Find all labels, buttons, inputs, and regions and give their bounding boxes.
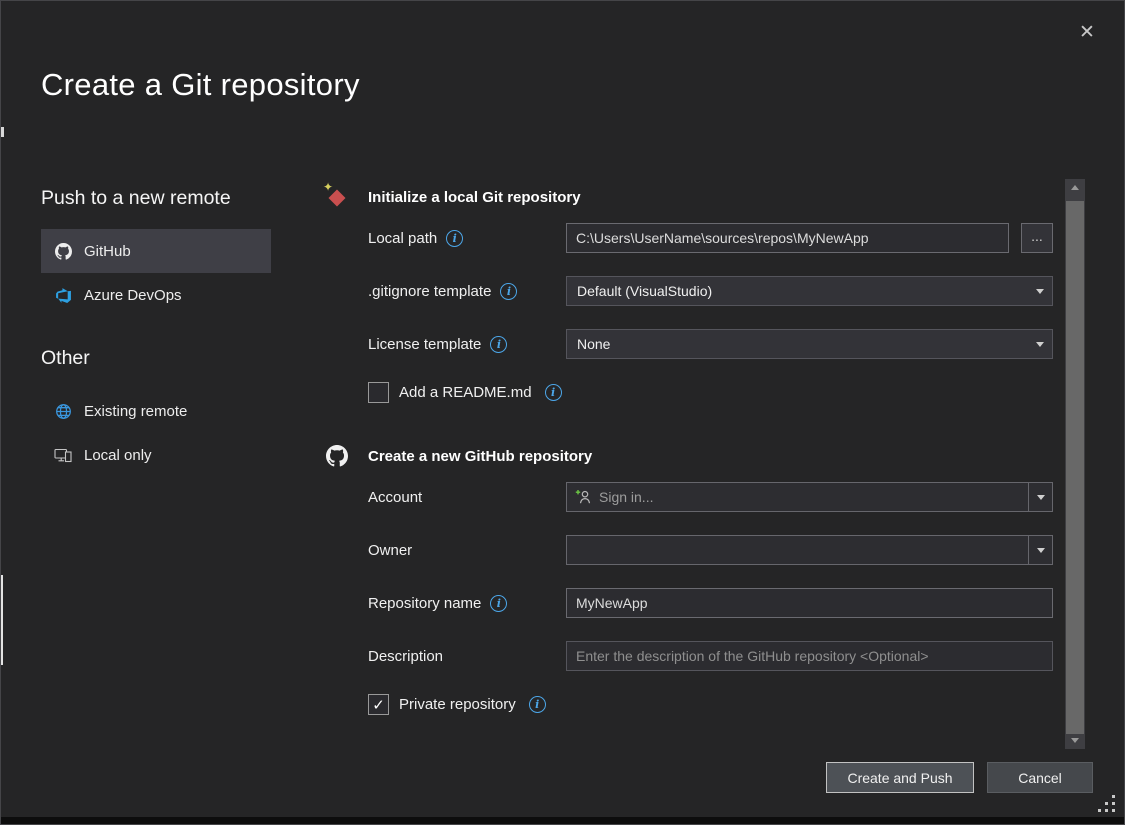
globe-icon <box>54 402 72 420</box>
resize-grip[interactable] <box>1112 809 1115 812</box>
license-row: License template i None <box>368 329 1053 359</box>
local-section-title: Initialize a local Git repository <box>368 186 581 206</box>
create-and-push-button[interactable]: Create and Push <box>826 762 974 793</box>
computer-icon <box>54 446 72 464</box>
gitignore-label: .gitignore template <box>368 283 491 300</box>
readme-label: Add a README.md <box>399 384 532 401</box>
description-label: Description <box>368 648 443 665</box>
dialog-footer: Create and Push Cancel <box>826 762 1093 793</box>
sidebar-item-label: Azure DevOps <box>84 287 182 304</box>
sidebar-item-github[interactable]: GitHub <box>41 229 271 273</box>
add-account-icon <box>575 489 593 505</box>
sidebar-item-label: Existing remote <box>84 403 187 420</box>
scroll-down-icon[interactable] <box>1065 732 1085 749</box>
dialog-content: ✦ Initialize a local Git repository Loca… <box>326 186 1056 715</box>
sidebar: Push to a new remote GitHub Azure DevOps… <box>41 187 271 477</box>
private-repo-checkbox[interactable]: ✓ <box>368 694 389 715</box>
info-icon[interactable]: i <box>529 696 546 713</box>
owner-label: Owner <box>368 542 412 559</box>
github-section-title: Create a new GitHub repository <box>368 445 592 465</box>
sidebar-item-local-only[interactable]: Local only <box>41 433 271 477</box>
repo-name-label: Repository name <box>368 595 481 612</box>
scroll-up-icon[interactable] <box>1065 179 1085 196</box>
license-dropdown[interactable]: None <box>566 329 1053 359</box>
sidebar-item-existing-remote[interactable]: Existing remote <box>41 389 271 433</box>
edge-mark <box>1 127 4 137</box>
scrollbar-thumb[interactable] <box>1066 201 1084 734</box>
azure-devops-icon <box>54 286 72 304</box>
local-path-input[interactable] <box>566 223 1009 253</box>
gitignore-value: Default (VisualStudio) <box>567 283 1028 299</box>
vertical-scrollbar[interactable] <box>1065 179 1085 749</box>
private-repo-row: ✓ Private repository i <box>368 694 1053 715</box>
edge-mark <box>1 575 3 665</box>
info-icon[interactable]: i <box>490 595 507 612</box>
github-icon <box>54 242 72 260</box>
license-label: License template <box>368 336 481 353</box>
chevron-down-icon <box>1028 277 1052 305</box>
cancel-button[interactable]: Cancel <box>987 762 1093 793</box>
account-row: Account Sign in... <box>368 482 1053 512</box>
license-value: None <box>567 336 1028 352</box>
owner-row: Owner <box>368 535 1053 565</box>
chevron-down-icon <box>1028 536 1052 564</box>
account-value: Sign in... <box>593 489 1028 505</box>
description-input[interactable] <box>566 641 1053 671</box>
browse-button[interactable]: ... <box>1021 223 1053 253</box>
account-dropdown[interactable]: Sign in... <box>566 482 1053 512</box>
chevron-down-icon <box>1028 330 1052 358</box>
sidebar-item-label: GitHub <box>84 243 131 260</box>
repo-name-row: Repository name i <box>368 588 1053 618</box>
chevron-down-icon <box>1028 483 1052 511</box>
gitignore-row: .gitignore template i Default (VisualStu… <box>368 276 1053 306</box>
create-git-repo-dialog: ✕ Create a Git repository Push to a new … <box>0 0 1125 825</box>
info-icon[interactable]: i <box>446 230 463 247</box>
private-repo-label: Private repository <box>399 696 516 713</box>
info-icon[interactable]: i <box>490 336 507 353</box>
info-icon[interactable]: i <box>545 384 562 401</box>
repo-name-input[interactable] <box>566 588 1053 618</box>
window-bottom-edge <box>1 817 1124 824</box>
local-section-header: ✦ Initialize a local Git repository <box>326 186 1056 208</box>
local-path-row: Local path i ... <box>368 223 1053 253</box>
info-icon[interactable]: i <box>500 283 517 300</box>
other-heading: Other <box>41 347 271 370</box>
sidebar-item-label: Local only <box>84 447 152 464</box>
push-remote-heading: Push to a new remote <box>41 187 271 210</box>
account-label: Account <box>368 489 422 506</box>
gitignore-dropdown[interactable]: Default (VisualStudio) <box>566 276 1053 306</box>
local-path-label: Local path <box>368 230 437 247</box>
readme-checkbox[interactable] <box>368 382 389 403</box>
check-icon: ✓ <box>372 696 385 714</box>
owner-dropdown[interactable] <box>566 535 1053 565</box>
new-repository-icon: ✦ <box>326 186 348 208</box>
sidebar-item-azure-devops[interactable]: Azure DevOps <box>41 273 271 317</box>
dialog-title: Create a Git repository <box>41 67 360 103</box>
github-section-header: Create a new GitHub repository <box>326 445 1056 467</box>
close-icon: ✕ <box>1079 21 1095 44</box>
github-icon <box>326 445 348 467</box>
readme-row: Add a README.md i <box>368 382 1053 403</box>
description-row: Description <box>368 641 1053 671</box>
close-button[interactable]: ✕ <box>1072 17 1102 47</box>
